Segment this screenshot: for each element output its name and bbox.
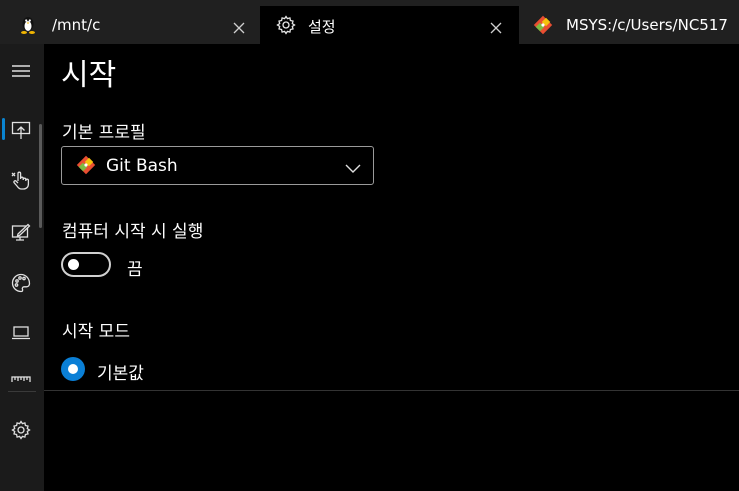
tab-title: MSYS:/c/Users/NC517: [566, 16, 728, 34]
tab-title: /mnt/c: [52, 16, 101, 34]
ruler-icon: [11, 376, 31, 382]
hamburger-icon: [12, 65, 30, 77]
default-profile-label: 기본 프로필: [62, 123, 146, 143]
close-icon[interactable]: [233, 19, 245, 34]
nav-item-rendering[interactable]: [0, 212, 44, 252]
hand-pointer-icon: [11, 171, 30, 190]
tab-title: 설정: [308, 18, 336, 36]
launch-mode-label: 시작 모드: [62, 322, 130, 342]
chevron-down-icon: [345, 159, 361, 173]
linux-penguin-icon: [18, 15, 38, 35]
git-icon: [533, 15, 553, 35]
git-icon: [76, 155, 96, 175]
palette-icon: [11, 273, 31, 293]
default-profile-dropdown[interactable]: Git Bash: [61, 146, 374, 185]
settings-nav: [0, 44, 44, 491]
hamburger-menu-button[interactable]: [0, 51, 44, 91]
nav-item-settings[interactable]: [0, 410, 44, 450]
nav-item-interaction[interactable]: [0, 160, 44, 200]
nav-item-startup[interactable]: [0, 110, 44, 150]
nav-scrollbar[interactable]: [39, 124, 42, 228]
monitor-arrow-icon: [11, 121, 31, 139]
laptop-icon: [12, 326, 30, 340]
startup-toggle[interactable]: [61, 252, 111, 277]
nav-item-appearance[interactable]: [0, 263, 44, 303]
tab-bar: /mnt/c 설정 MSYS:/c/Users/NC517: [0, 0, 739, 44]
gear-icon: [11, 420, 31, 440]
tab-msys[interactable]: MSYS:/c/Users/NC517: [519, 6, 739, 44]
gear-icon: [276, 15, 296, 35]
content-divider: [44, 390, 739, 391]
display-pen-icon: [11, 223, 31, 241]
tab-mnt-c[interactable]: /mnt/c: [0, 6, 260, 44]
toggle-knob: [68, 259, 79, 270]
startup-label: 컴퓨터 시작 시 실행: [62, 222, 204, 242]
nav-divider: [8, 391, 36, 392]
tab-settings[interactable]: 설정: [260, 6, 519, 44]
launch-mode-default-label[interactable]: 기본값: [97, 359, 144, 384]
launch-mode-default-radio[interactable]: [61, 357, 85, 381]
startup-toggle-state: 끔: [127, 260, 143, 280]
radio-dot: [68, 364, 78, 374]
close-icon[interactable]: [490, 19, 502, 34]
default-profile-value: Git Bash: [106, 156, 178, 176]
page-title: 시작: [61, 58, 117, 93]
nav-item-keyboard[interactable]: [0, 362, 44, 382]
nav-item-terminal[interactable]: [0, 313, 44, 353]
